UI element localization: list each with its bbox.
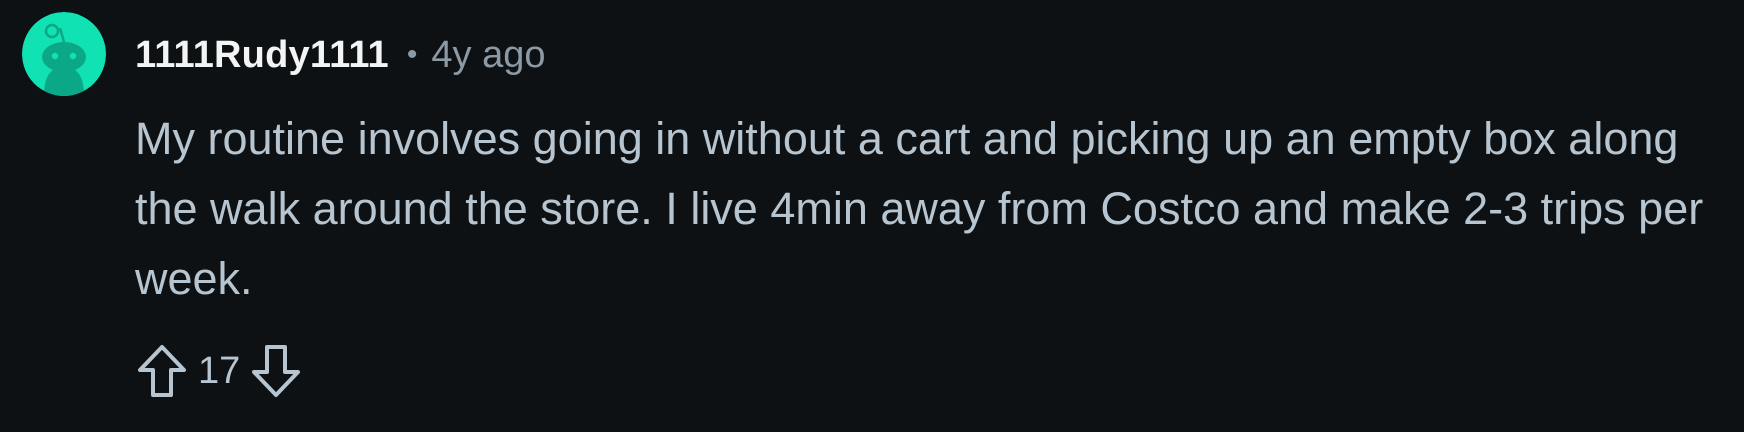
downvote-button[interactable] bbox=[246, 341, 306, 401]
comment-meta: 1111Rudy1111 • 4y ago bbox=[135, 30, 546, 80]
comment-author[interactable]: 1111Rudy1111 bbox=[135, 34, 389, 77]
meta-separator: • bbox=[406, 38, 418, 71]
comment: 1111Rudy1111 • 4y ago My routine involve… bbox=[0, 0, 1744, 432]
comment-timestamp[interactable]: 4y ago bbox=[431, 34, 545, 77]
upvote-arrow-icon bbox=[138, 345, 186, 397]
vote-actions: 17 bbox=[132, 338, 306, 404]
avatar[interactable] bbox=[22, 12, 106, 96]
comment-body: My routine involves going in without a c… bbox=[135, 113, 1704, 304]
upvote-button[interactable] bbox=[132, 341, 192, 401]
downvote-arrow-icon bbox=[252, 345, 301, 397]
snoo-avatar-icon bbox=[22, 12, 106, 96]
vote-score: 17 bbox=[198, 349, 241, 392]
